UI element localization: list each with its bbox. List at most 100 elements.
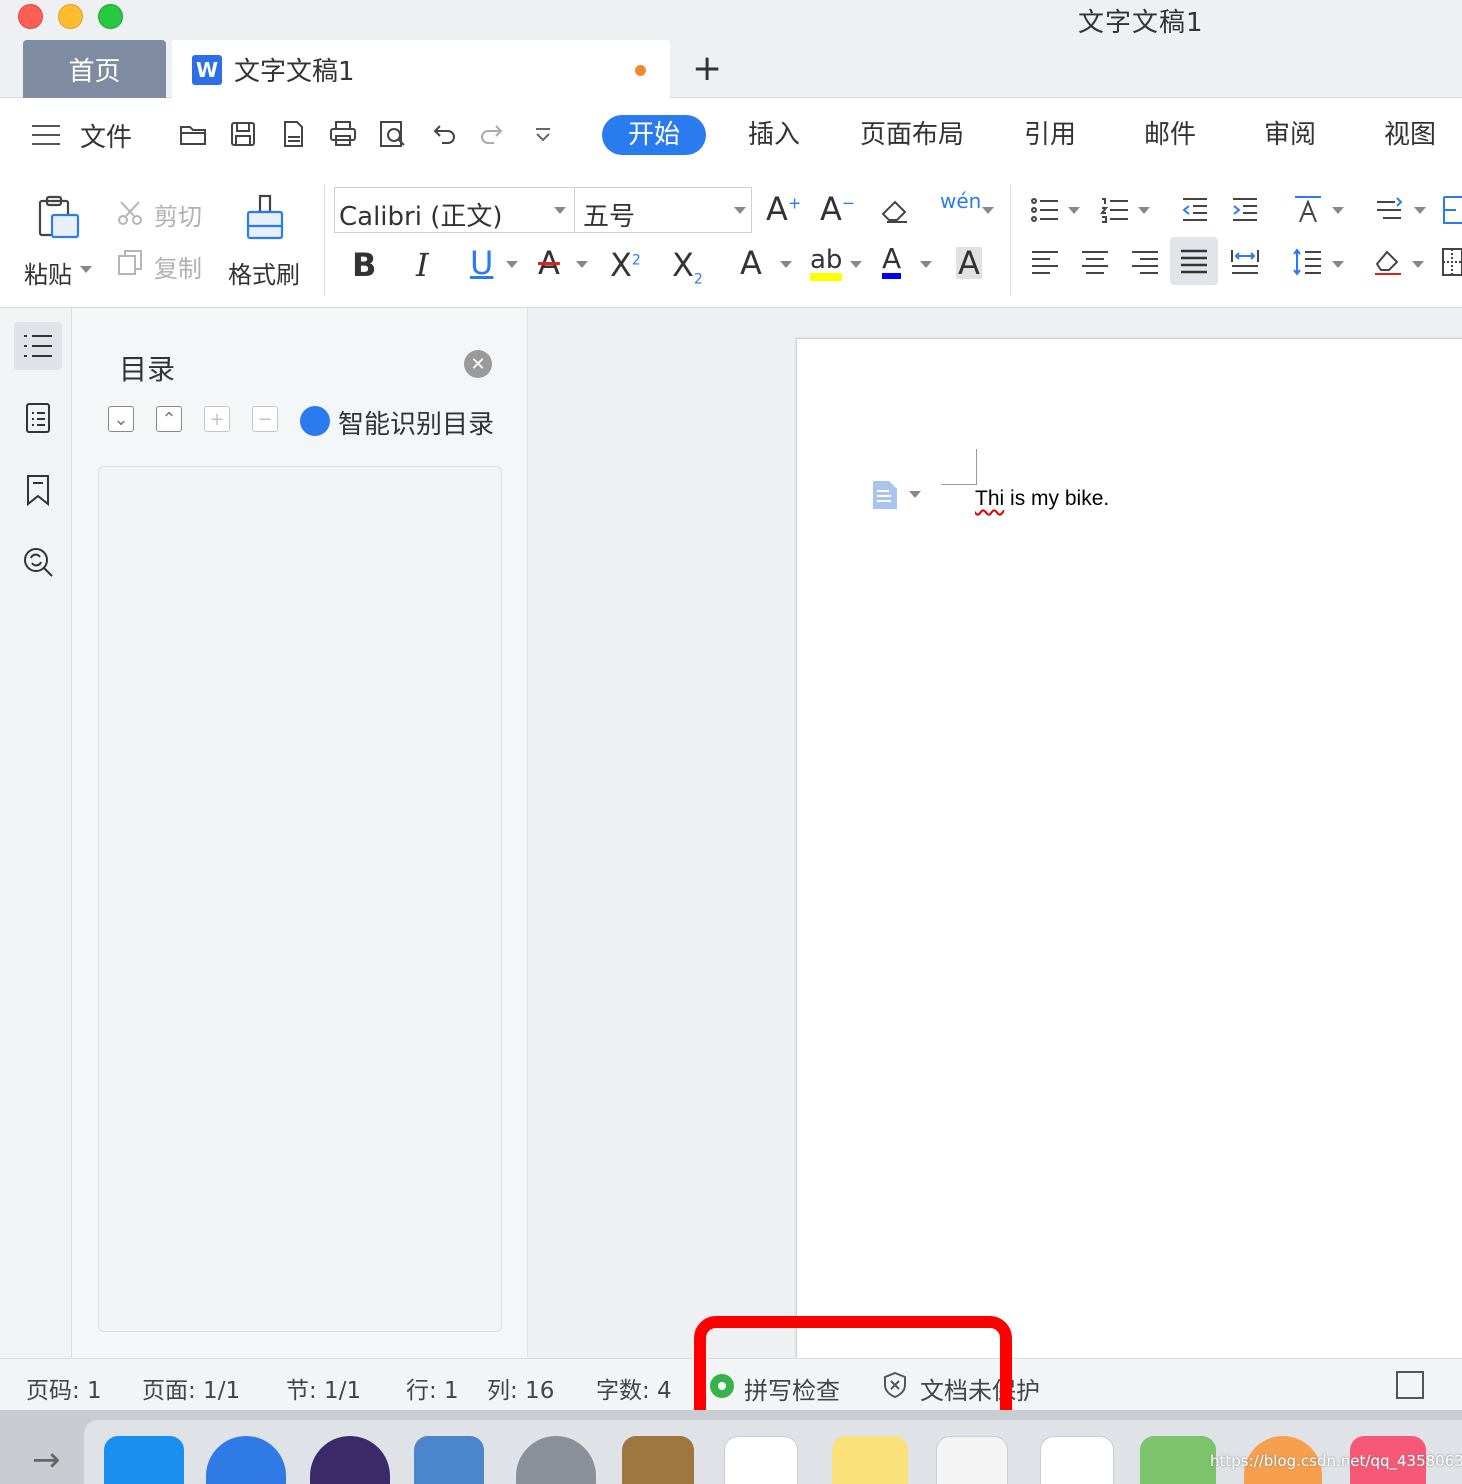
status-page-number[interactable]: 页码: 1 [26,1371,102,1405]
copy-button[interactable]: 复制 [154,249,202,284]
decrease-indent-icon[interactable] [1178,193,1212,227]
justify-icon[interactable] [1177,244,1211,278]
character-shading-button[interactable]: A [956,247,982,279]
font-color-button[interactable]: A [882,245,902,279]
tab-document[interactable]: W 文字文稿1 [172,40,670,99]
tab-insert[interactable]: 插入 [748,115,800,155]
align-left-icon[interactable] [1028,245,1062,279]
font-size-select[interactable]: 五号 [574,187,752,233]
open-folder-icon[interactable] [178,119,208,149]
smart-recognize-icon[interactable] [300,406,330,436]
doc-outline-button[interactable] [14,394,62,442]
reminders-app-icon[interactable] [1040,1436,1114,1484]
paste-icon[interactable] [30,191,84,245]
phonetic-guide-button[interactable]: wén [940,191,981,211]
char-spacing-dropdown-icon[interactable] [1332,207,1344,214]
minimize-window-button[interactable] [58,4,83,29]
notes-app-icon[interactable] [832,1436,908,1484]
italic-button[interactable]: I [416,249,429,281]
text-effect-dropdown-icon[interactable] [780,261,792,268]
status-pages[interactable]: 页面: 1/1 [142,1371,240,1405]
tab-mailings[interactable]: 邮件 [1144,115,1196,155]
bookmark-button[interactable] [14,466,62,514]
toc-close-icon[interactable]: ✕ [464,350,492,378]
grow-font-button[interactable]: A+ [766,193,801,225]
line-spacing-dropdown-icon[interactable] [1332,261,1344,268]
sort-dropdown-icon[interactable] [1414,207,1426,214]
table-borders-icon[interactable] [1440,245,1462,279]
promote-level-button[interactable]: + [204,406,230,432]
bullet-list-icon[interactable] [1028,193,1062,227]
tab-references[interactable]: 引用 [1024,115,1076,155]
arrow-right-icon[interactable]: → [32,1440,61,1480]
status-column[interactable]: 列: 16 [487,1371,554,1405]
close-window-button[interactable] [18,4,43,29]
mail-app-icon[interactable] [414,1436,484,1484]
numbered-list-dropdown-icon[interactable] [1138,207,1150,214]
maps-app-icon[interactable] [1140,1436,1216,1484]
sort-icon[interactable] [1372,193,1406,227]
file-menu[interactable]: 文件 [80,117,132,154]
hamburger-menu-icon[interactable] [32,125,60,145]
tab-review[interactable]: 审阅 [1264,115,1316,155]
status-line[interactable]: 行: 1 [406,1371,459,1405]
misspelled-word[interactable]: Thi [975,487,1004,510]
paragraph-menu-dropdown-icon[interactable] [909,491,921,498]
char-spacing-icon[interactable] [1290,191,1326,227]
expand-all-button[interactable]: ⌄ [108,406,134,432]
document-page[interactable]: Thi is my bike. [796,338,1462,1368]
bullet-list-dropdown-icon[interactable] [1068,207,1080,214]
font-name-select[interactable]: Calibri (正文) [334,187,574,233]
strikethrough-button[interactable]: A [538,247,560,279]
tab-page-layout[interactable]: 页面布局 [860,115,964,155]
document-body-text[interactable]: Thi is my bike. [975,487,1109,511]
redo-icon[interactable] [478,119,508,149]
toc-pane-button[interactable] [14,322,62,370]
print-icon[interactable] [328,119,358,149]
underline-dropdown-icon[interactable] [506,261,518,268]
fit-page-icon[interactable] [1396,1371,1424,1399]
paragraph-shading-dropdown-icon[interactable] [1412,261,1424,268]
smart-recognize-toc-button[interactable]: 智能识别目录 [338,404,494,441]
strikethrough-dropdown-icon[interactable] [576,261,588,268]
line-spacing-icon[interactable] [1290,245,1324,279]
format-painter-label[interactable]: 格式刷 [228,255,300,290]
paragraph-shading-icon[interactable] [1370,245,1406,279]
align-right-icon[interactable] [1128,245,1162,279]
textedit-app-icon[interactable] [936,1436,1008,1484]
tab-view[interactable]: 视图 [1384,115,1436,155]
find-replace-button[interactable] [14,538,62,586]
align-center-icon[interactable] [1078,245,1112,279]
font-size-dropdown-icon[interactable] [734,207,746,214]
export-pdf-icon[interactable] [278,119,308,149]
highlight-dropdown-icon[interactable] [850,261,862,268]
numbered-list-icon[interactable] [1098,193,1132,227]
cut-button[interactable]: 剪切 [154,197,202,232]
save-icon[interactable] [228,119,258,149]
distributed-align-icon[interactable] [1228,245,1262,279]
font-name-dropdown-icon[interactable] [554,207,566,214]
zoom-window-button[interactable] [98,4,123,29]
increase-indent-icon[interactable] [1228,193,1262,227]
shrink-font-button[interactable]: A− [820,193,855,225]
undo-icon[interactable] [428,119,458,149]
phonetic-dropdown-icon[interactable] [982,207,994,214]
demote-level-button[interactable]: − [252,406,278,432]
borders-icon[interactable] [1440,193,1462,227]
document-canvas[interactable]: Thi is my bike. [528,308,1462,1368]
calendar-app-icon[interactable] [724,1436,798,1484]
customize-toolbar-chevron-icon[interactable] [528,119,558,149]
paste-label[interactable]: 粘贴 [24,255,72,290]
status-section[interactable]: 节: 1/1 [286,1371,361,1405]
subscript-button[interactable]: X2 [672,249,703,286]
new-tab-button[interactable]: + [692,48,722,89]
bold-button[interactable]: B [352,249,376,281]
contacts-app-icon[interactable] [622,1436,694,1484]
clear-format-eraser-icon[interactable] [878,193,912,227]
paragraph-menu-icon[interactable] [871,479,899,511]
font-color-dropdown-icon[interactable] [920,261,932,268]
collapse-all-button[interactable]: ⌃ [156,406,182,432]
tab-start[interactable]: 开始 [602,115,707,155]
tab-home[interactable]: 首页 [23,40,166,98]
underline-button[interactable]: U [470,247,493,279]
